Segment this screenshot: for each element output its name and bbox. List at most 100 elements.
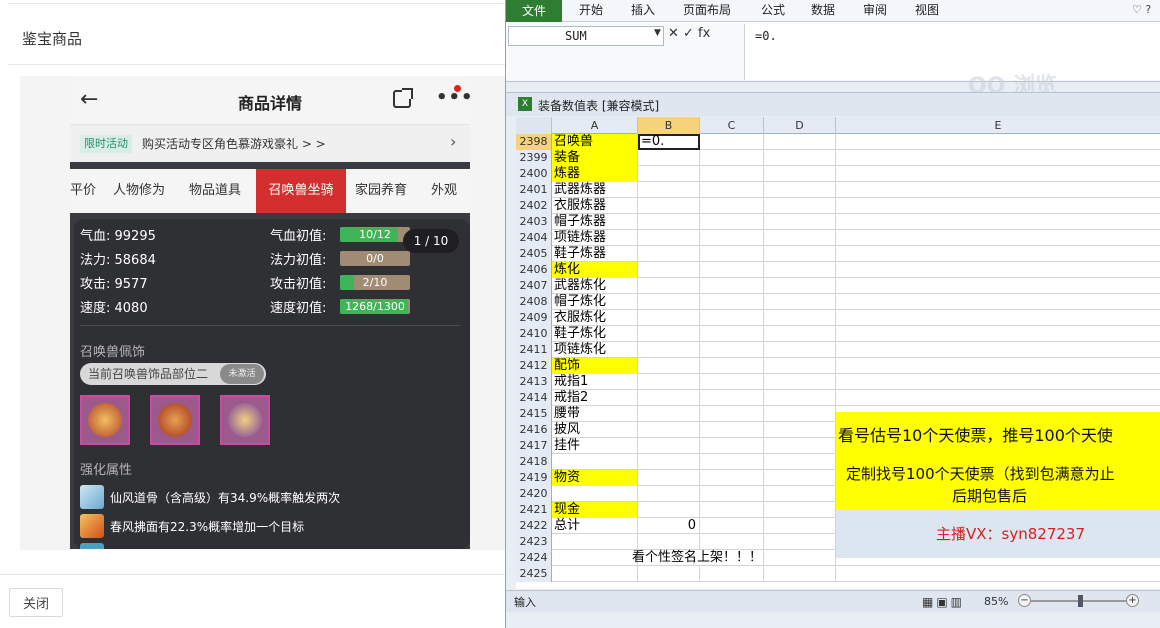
cell-b[interactable] [638,342,700,358]
cell-d[interactable] [764,406,836,422]
cell-a[interactable]: 挂件 [552,438,638,454]
cell-a[interactable] [552,566,638,582]
row-number[interactable]: 2423 [516,534,552,550]
ribbon-tab-home[interactable]: 开始 [579,0,603,22]
row-number[interactable]: 2405 [516,246,552,262]
cell-d[interactable] [764,278,836,294]
view-mode-icons[interactable]: ▦▣▥ [922,595,965,609]
cell-b[interactable] [638,486,700,502]
cell-b[interactable] [638,454,700,470]
cell-d[interactable] [764,486,836,502]
row-number[interactable]: 2406 [516,262,552,278]
row-number[interactable]: 2418 [516,454,552,470]
tab-character[interactable]: 人物修为 [113,169,183,213]
cell-d[interactable] [764,182,836,198]
cell-a[interactable]: 鞋子炼器 [552,246,638,262]
cell-b[interactable] [638,214,700,230]
row-number[interactable]: 2404 [516,230,552,246]
cell-c[interactable] [700,246,764,262]
row-number[interactable]: 2412 [516,358,552,374]
select-all-corner[interactable] [516,117,552,134]
cell-a[interactable]: 配饰 [552,358,638,374]
cell-c[interactable] [700,278,764,294]
cell-c[interactable] [700,134,764,150]
row-number[interactable]: 2403 [516,214,552,230]
ribbon-tab-file[interactable]: 文件 [506,0,562,22]
cell-c[interactable] [700,326,764,342]
cell-b[interactable] [638,278,700,294]
zoom-level[interactable]: 85% [984,595,1008,608]
cell-c[interactable] [700,182,764,198]
cell-c[interactable] [700,150,764,166]
cell-b[interactable] [638,294,700,310]
cell-a[interactable]: 装备 [552,150,638,166]
tab-summon-mount[interactable]: 召唤兽坐骑 [256,169,346,213]
cell-c[interactable] [700,358,764,374]
cell-a[interactable]: 衣服炼化 [552,310,638,326]
cell-d[interactable] [764,166,836,182]
row-number[interactable]: 2413 [516,374,552,390]
row-number[interactable]: 2401 [516,182,552,198]
cell-c[interactable] [700,534,764,550]
cell-a[interactable]: 帽子炼器 [552,214,638,230]
cell-d[interactable] [764,198,836,214]
cell-b[interactable] [638,198,700,214]
cell-a[interactable]: 武器炼化 [552,278,638,294]
cell-d[interactable] [764,470,836,486]
ribbon-tab-formulas[interactable]: 公式 [761,0,785,22]
cell-a[interactable]: 披风 [552,422,638,438]
cell-c[interactable] [700,374,764,390]
cell-d[interactable] [764,134,836,150]
cell-a[interactable]: 项链炼化 [552,342,638,358]
cell-a[interactable] [552,534,638,550]
row-number[interactable]: 2402 [516,198,552,214]
ribbon-tab-page-layout[interactable]: 页面布局 [683,0,731,22]
ribbon-tab-view[interactable]: 视图 [915,0,939,22]
cell-d[interactable] [764,262,836,278]
row-number[interactable]: 2410 [516,326,552,342]
cell-d[interactable] [764,246,836,262]
cell-b[interactable] [638,406,700,422]
cell-b[interactable] [638,310,700,326]
name-box[interactable]: SUM [508,26,664,46]
cell-b[interactable] [638,438,700,454]
row-number[interactable]: 2409 [516,310,552,326]
cell-d[interactable] [764,310,836,326]
cell-c[interactable] [700,422,764,438]
cell-a[interactable] [552,454,638,470]
cell-d[interactable] [764,230,836,246]
cell-c[interactable] [700,262,764,278]
row-number[interactable]: 2419 [516,470,552,486]
row-number[interactable]: 2400 [516,166,552,182]
cell-a[interactable] [552,486,638,502]
cell-d[interactable] [764,454,836,470]
cell-c[interactable] [700,390,764,406]
cell-b[interactable] [638,502,700,518]
column-header-d[interactable]: D [764,117,836,134]
cell-b[interactable] [638,166,700,182]
cell-d[interactable] [764,214,836,230]
cell-b[interactable]: 0 [638,518,700,534]
cell-a[interactable]: 鞋子炼化 [552,326,638,342]
cell-b[interactable] [638,566,700,582]
cell-a[interactable]: 武器炼器 [552,182,638,198]
cell-b[interactable] [638,374,700,390]
cell-c[interactable] [700,214,764,230]
cell-c[interactable] [700,166,764,182]
tab-items[interactable]: 物品道具 [189,169,259,213]
more-icon[interactable]: ••• [436,87,470,108]
cell-c[interactable] [700,454,764,470]
cell-d[interactable] [764,294,836,310]
cell-d[interactable] [764,358,836,374]
cell-a[interactable]: 戒指2 [552,390,638,406]
cell-b[interactable] [638,390,700,406]
cell-d[interactable] [764,326,836,342]
cell-d[interactable] [764,438,836,454]
ornament-item-3[interactable] [220,395,270,445]
cell-a[interactable] [552,550,638,566]
row-number[interactable]: 2407 [516,278,552,294]
zoom-thumb[interactable] [1078,595,1083,607]
zoom-slider[interactable]: − + [1018,594,1139,608]
cell-a[interactable]: 腰带 [552,406,638,422]
cell-a[interactable]: 现金 [552,502,638,518]
